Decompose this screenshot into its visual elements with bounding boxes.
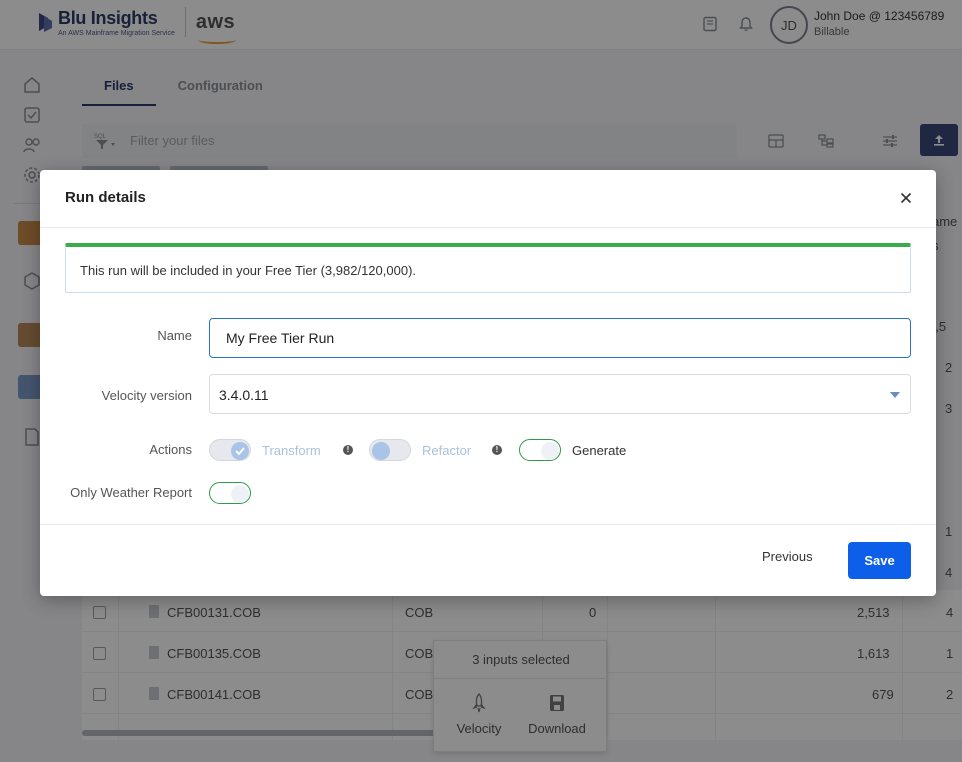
velocity-version-select[interactable]: 3.4.0.11 — [209, 374, 911, 414]
info-icon[interactable]: ! — [492, 445, 502, 455]
previous-button[interactable]: Previous — [762, 549, 813, 564]
velocity-version-label: Velocity version — [101, 388, 192, 403]
close-icon[interactable] — [898, 190, 914, 206]
free-tier-message: This run will be included in your Free T… — [80, 263, 417, 278]
info-icon[interactable]: ! — [343, 445, 353, 455]
weather-report-toggle[interactable] — [209, 482, 251, 504]
save-button[interactable]: Save — [848, 542, 911, 579]
generate-toggle[interactable] — [519, 439, 561, 461]
run-details-modal: Run details This run will be included in… — [40, 170, 936, 596]
modal-title: Run details — [65, 189, 146, 206]
refactor-label: Refactor — [422, 443, 472, 458]
modal-footer: Previous Save — [40, 524, 936, 596]
weather-report-label: Only Weather Report — [70, 485, 192, 500]
name-label: Name — [157, 328, 192, 343]
generate-label: Generate — [572, 443, 627, 458]
run-name-input[interactable] — [209, 318, 911, 358]
refactor-toggle[interactable] — [369, 439, 411, 461]
toggle-knob — [231, 485, 249, 503]
actions-label: Actions — [149, 442, 192, 457]
velocity-version-value: 3.4.0.11 — [219, 387, 269, 403]
free-tier-alert: This run will be included in your Free T… — [65, 243, 911, 293]
transform-toggle[interactable] — [209, 439, 251, 461]
check-icon — [235, 447, 245, 456]
toggle-knob — [541, 442, 559, 460]
toggle-knob — [372, 442, 390, 460]
transform-label: Transform — [262, 443, 321, 458]
modal-header: Run details — [40, 170, 936, 228]
chevron-down-icon — [890, 392, 900, 398]
